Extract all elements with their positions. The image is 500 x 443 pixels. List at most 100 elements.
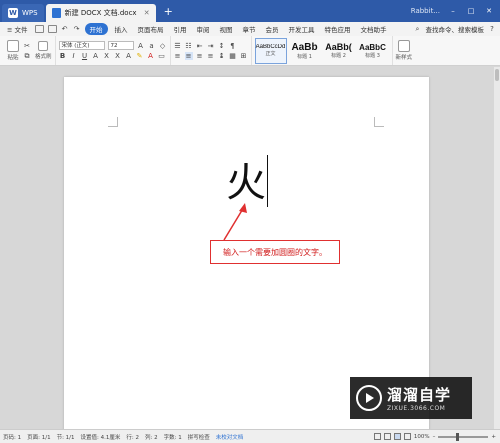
grow-font-icon[interactable]: A: [137, 42, 145, 50]
style-normal[interactable]: AaBbCcDd 正文: [254, 37, 287, 64]
command-search[interactable]: 查找命令、搜索模板: [426, 24, 485, 34]
subscript-icon[interactable]: X: [114, 52, 122, 60]
zoom-level[interactable]: 100%: [414, 434, 430, 440]
style-heading-1-sample: AaBb: [291, 41, 318, 53]
new-tab-icon[interactable]: +: [164, 5, 173, 18]
redo-icon[interactable]: ↷: [73, 25, 81, 33]
view-outline-icon[interactable]: [373, 433, 381, 440]
minimize-icon[interactable]: –: [448, 7, 458, 15]
status-pages[interactable]: 页面: 1/1: [27, 433, 50, 441]
zoom-slider[interactable]: [438, 432, 489, 441]
increase-indent-icon[interactable]: ⇥: [207, 42, 215, 50]
status-section: 节: 1/1: [56, 434, 75, 441]
menu-tab-member[interactable]: 会员: [263, 23, 282, 35]
new-style-button[interactable]: 新样式: [396, 40, 412, 61]
close-tab-icon[interactable]: ✕: [144, 9, 150, 17]
menu-tab-references[interactable]: 引用: [171, 23, 190, 35]
bold-icon[interactable]: B: [59, 52, 67, 60]
scroll-thumb[interactable]: [495, 69, 499, 81]
menu-tab-section[interactable]: 章节: [240, 23, 259, 35]
font-color-icon[interactable]: A: [147, 52, 155, 60]
style-normal-label: 正文: [265, 51, 276, 57]
numbered-list-icon[interactable]: ☷: [185, 42, 193, 50]
bullet-list-icon[interactable]: ☰: [174, 42, 182, 50]
format-painter-label: 格式刷: [35, 54, 52, 60]
align-left-icon[interactable]: ≡: [174, 52, 182, 60]
zoom-in-icon[interactable]: +: [491, 434, 496, 440]
zoom-slider-knob[interactable]: [456, 432, 460, 441]
wps-logo-icon: W: [8, 8, 18, 18]
help-icon[interactable]: ?: [488, 25, 496, 33]
cut-icon[interactable]: ✂: [23, 42, 31, 50]
watermark: 溜溜自学 ZIXUE.3066.COM: [350, 377, 472, 419]
style-heading-2-label: 标题 2: [331, 53, 346, 59]
shading-icon[interactable]: ▦: [229, 52, 237, 60]
decrease-indent-icon[interactable]: ⇤: [196, 42, 204, 50]
app-tab-wps[interactable]: W WPS: [2, 4, 44, 22]
underline-icon[interactable]: U: [81, 52, 89, 60]
format-painter-button[interactable]: 格式刷: [35, 41, 52, 60]
view-reading-icon[interactable]: [383, 433, 391, 440]
justify-icon[interactable]: ≡: [207, 52, 215, 60]
shrink-font-icon[interactable]: a: [148, 42, 156, 50]
menu-tab-features[interactable]: 特色应用: [322, 23, 354, 35]
font-size-select[interactable]: 72: [107, 41, 134, 50]
document-canvas: 火 输入一个需要加圆圈的文字。: [0, 67, 494, 437]
view-page-icon[interactable]: [393, 433, 401, 440]
text-effect-icon[interactable]: A: [125, 52, 133, 60]
char-border-icon[interactable]: ▭: [158, 52, 166, 60]
menu-tab-layout[interactable]: 页面布局: [135, 23, 167, 35]
superscript-icon[interactable]: X: [103, 52, 111, 60]
strikethrough-icon[interactable]: A: [92, 52, 100, 60]
status-row: 行: 2: [126, 434, 139, 441]
status-words[interactable]: 字数: 1: [164, 433, 182, 441]
menu-tab-insert[interactable]: 插入: [112, 23, 131, 35]
align-right-icon[interactable]: ≡: [196, 52, 204, 60]
vertical-scrollbar[interactable]: [494, 67, 500, 429]
status-doc-check[interactable]: 未校对文档: [216, 433, 244, 441]
watermark-title: 溜溜自学: [387, 386, 452, 404]
show-marks-icon[interactable]: ¶: [229, 42, 237, 50]
menu-tab-developer[interactable]: 开发工具: [286, 23, 318, 35]
line-spacing-icon[interactable]: ↨: [218, 52, 226, 60]
status-col: 列: 2: [144, 434, 158, 441]
document-icon: [51, 8, 61, 18]
menu-tab-home[interactable]: 开始: [84, 23, 108, 35]
menu-tab-view[interactable]: 视图: [217, 23, 236, 35]
search-icon[interactable]: ⌕: [414, 25, 422, 33]
style-heading-3-sample: AaBbC: [359, 42, 386, 52]
close-window-icon[interactable]: ✕: [484, 7, 494, 15]
paste-icon: [7, 40, 19, 52]
style-heading-3-label: 标题 3: [365, 52, 380, 59]
view-web-icon[interactable]: [403, 433, 411, 440]
borders-icon[interactable]: ⊞: [240, 52, 248, 60]
brush-icon: [38, 41, 49, 51]
style-heading-3[interactable]: AaBbC 标题 3: [357, 38, 389, 64]
menu-tab-assistant[interactable]: 文档助手: [358, 23, 390, 35]
document-tab[interactable]: 新建 DOCX 文档.docx ✕: [45, 4, 156, 22]
style-heading-1[interactable]: AaBb 标题 1: [289, 38, 321, 64]
save-icon[interactable]: [34, 25, 44, 33]
italic-icon[interactable]: I: [70, 52, 78, 60]
font-name-select[interactable]: 宋体 (正文): [58, 41, 105, 50]
zoom-out-icon[interactable]: –: [433, 434, 436, 440]
annotation-callout: 输入一个需要加圆圈的文字。: [210, 240, 340, 264]
play-logo-icon: [356, 385, 382, 411]
file-menu[interactable]: ≡ 文件: [4, 23, 31, 35]
status-spell-check[interactable]: 拼写检查: [188, 433, 210, 441]
watermark-subtitle: ZIXUE.3066.COM: [387, 405, 446, 412]
user-name[interactable]: Rabbit...: [411, 7, 440, 15]
print-icon[interactable]: [47, 25, 57, 33]
menu-tab-review[interactable]: 审阅: [194, 23, 213, 35]
paste-button[interactable]: 粘贴: [7, 40, 19, 61]
highlight-icon[interactable]: ✎: [136, 52, 144, 60]
copy-icon[interactable]: ⧉: [23, 52, 31, 60]
new-style-icon: [397, 40, 410, 52]
title-bar: W WPS 新建 DOCX 文档.docx ✕ + Rabbit... – □ …: [0, 0, 500, 22]
style-heading-2[interactable]: AaBb( 标题 2: [323, 38, 355, 64]
maximize-icon[interactable]: □: [466, 7, 476, 15]
align-center-icon[interactable]: ≡: [184, 51, 193, 60]
undo-icon[interactable]: ↶: [61, 25, 69, 33]
clear-format-icon[interactable]: ◇: [159, 42, 167, 50]
sort-icon[interactable]: ↕: [218, 42, 226, 50]
